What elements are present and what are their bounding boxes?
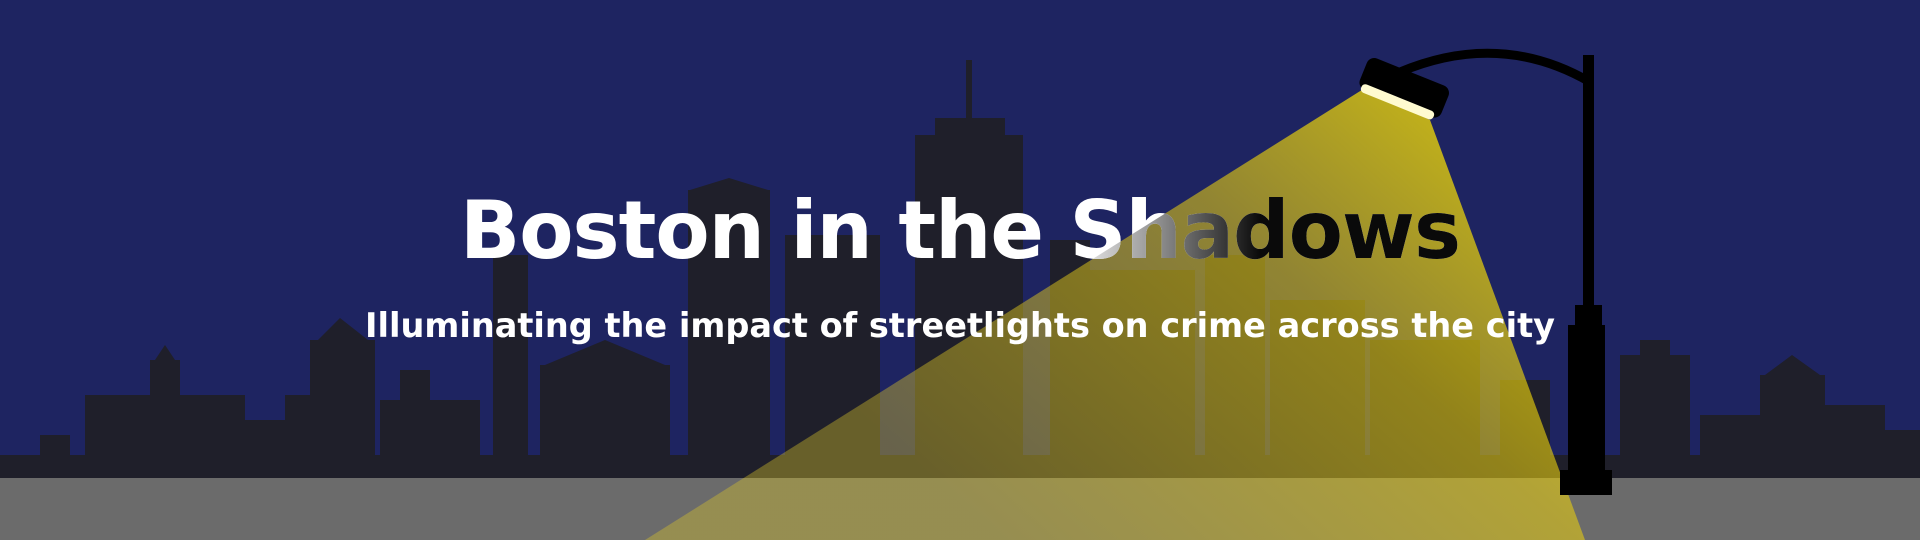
banner-scene: Boston in the Shadows Illuminating the i… <box>0 0 1920 540</box>
page-subtitle: Illuminating the impact of streetlights … <box>365 306 1555 346</box>
hero-banner: Boston in the Shadows Illuminating the i… <box>0 0 1920 540</box>
